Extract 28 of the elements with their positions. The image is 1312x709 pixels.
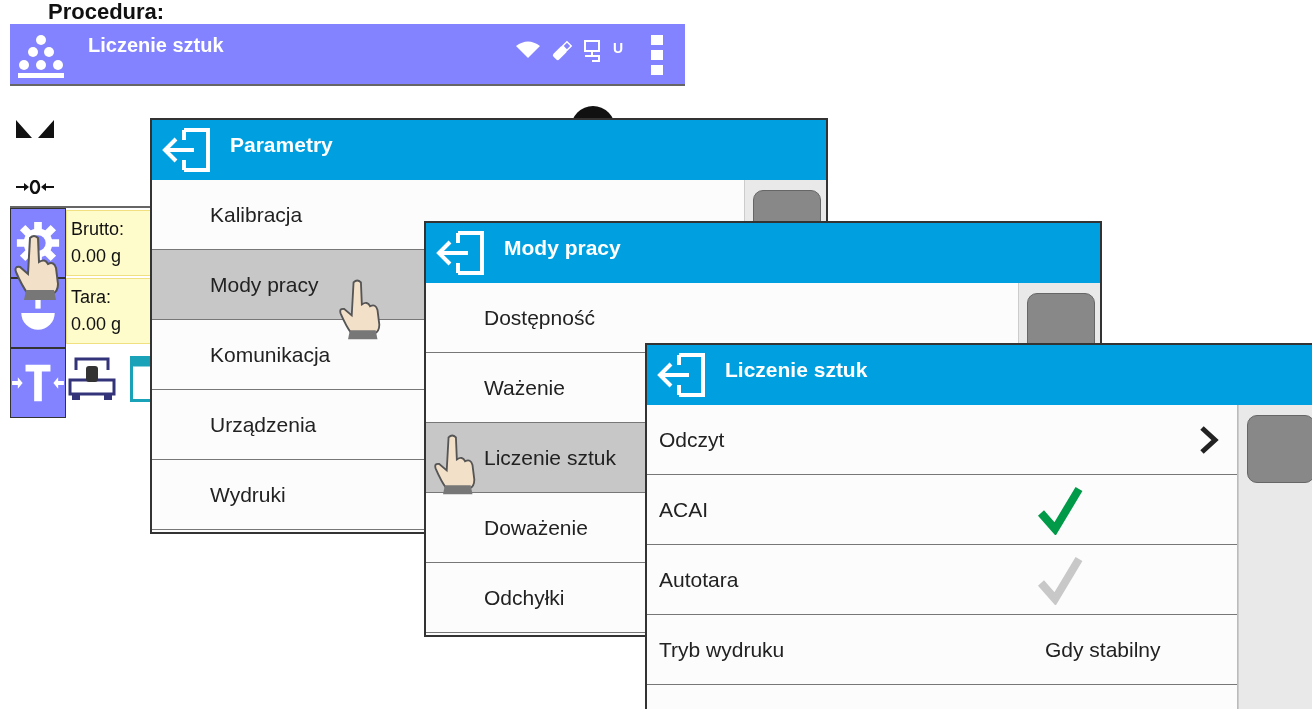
item-label: Ważenie	[484, 375, 565, 400]
item-label: Mody pracy	[210, 272, 319, 297]
window-title: Liczenie sztuk	[725, 358, 868, 382]
item-label: Odczyt	[659, 427, 726, 452]
item-label: Doważenie	[484, 515, 588, 540]
item-label: Urządzenia	[210, 412, 317, 437]
item-label: Autotara	[659, 567, 740, 592]
reading-value: 0.00 g	[71, 314, 123, 335]
menu-item[interactable]: ACAI	[647, 475, 1237, 545]
reading-label: Tara:	[71, 287, 113, 308]
item-label: Wydruki	[210, 482, 286, 507]
item-label: Kalibracja	[210, 202, 303, 227]
item-label: Odchyłki	[484, 585, 565, 610]
screen-title: Liczenie sztuk	[88, 34, 224, 57]
reading-label: Brutto:	[71, 219, 126, 240]
item-value: Gdy stabilny	[1045, 637, 1161, 662]
item-label: Komunikacja	[210, 342, 331, 367]
section-heading: Procedura:	[47, 0, 166, 24]
item-label: Tryb wydruku	[659, 637, 786, 662]
item-label: Dostępność	[484, 305, 595, 330]
item-label: ACAI	[659, 497, 709, 522]
status-glyph: U	[612, 40, 623, 56]
menu-item[interactable]: Tryb wydruku Gdy stabilny	[647, 615, 1237, 685]
menu-item[interactable]: Autotara	[647, 545, 1237, 615]
reading-value: 0.00 g	[71, 246, 123, 267]
menu-item[interactable]: Odczyt	[647, 405, 1237, 475]
window-title: Parametry	[230, 133, 333, 157]
item-label: Liczenie sztuk	[484, 445, 616, 470]
